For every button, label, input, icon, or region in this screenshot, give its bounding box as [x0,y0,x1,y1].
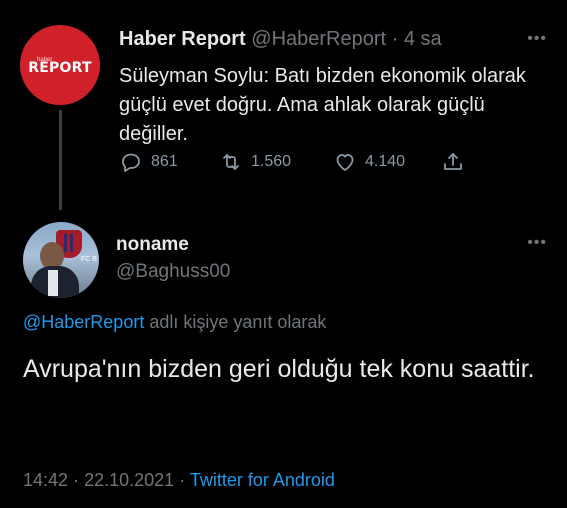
heart-icon [336,154,354,171]
parent-tweet-actions: 861 1.560 4.140 [119,150,465,174]
reply-icon [122,153,140,172]
parent-handle[interactable]: @HaberReport [251,28,386,50]
replying-to-line: @HaberReport adlı kişiye yanıt olarak [23,312,326,333]
retweet-icon [223,154,239,170]
reply-tweet-text: Avrupa'nın bizden geri olduğu tek konu s… [23,355,535,383]
footer-dot: · [73,470,80,490]
like-button[interactable]: 4.140 [333,150,441,174]
parent-display-name[interactable]: Haber Report [119,28,246,50]
retweet-button[interactable]: 1.560 [219,150,333,174]
parent-tweet-header: Haber Report @HaberReport · 4 sa [119,28,442,51]
footer-dot-2: · [179,470,186,490]
avatar-haber-report[interactable]: haber REPORT [20,25,100,105]
retweet-count: 1.560 [251,153,292,170]
avatar-text: FC B [81,256,97,263]
avatar-person-shirt [48,270,58,296]
more-icon[interactable]: ••• [527,30,547,48]
tweet-timestamp-line: 14:42 · 22.10.2021 · Twitter for Android [23,470,335,491]
avatar-small-text: haber [37,57,53,63]
reply-handle[interactable]: @Baghuss00 [116,261,230,283]
reply-display-name[interactable]: noname [116,234,189,256]
more-icon[interactable]: ••• [527,234,547,252]
parent-separator: · [391,28,399,50]
like-count: 4.140 [365,153,406,170]
tweet-date[interactable]: 22.10.2021 [84,470,174,490]
share-icon [444,153,462,170]
share-button[interactable] [441,150,465,174]
avatar-noname[interactable]: FC B [23,222,99,298]
thread-connector-line [59,110,62,210]
replying-mention-link[interactable]: @HaberReport [23,312,144,332]
parent-tweet-text: Süleyman Soylu: Batı bizden ekonomik ola… [119,65,526,145]
parent-time-ago[interactable]: 4 sa [404,28,442,50]
tweet-thread: haber REPORT Haber Report @HaberReport ·… [0,0,567,508]
reply-button[interactable]: 861 [119,150,219,174]
replying-suffix: adlı kişiye yanıt olarak [149,312,327,332]
tweet-source-link[interactable]: Twitter for Android [190,470,335,490]
reply-count: 861 [151,153,178,170]
tweet-time[interactable]: 14:42 [23,470,68,490]
